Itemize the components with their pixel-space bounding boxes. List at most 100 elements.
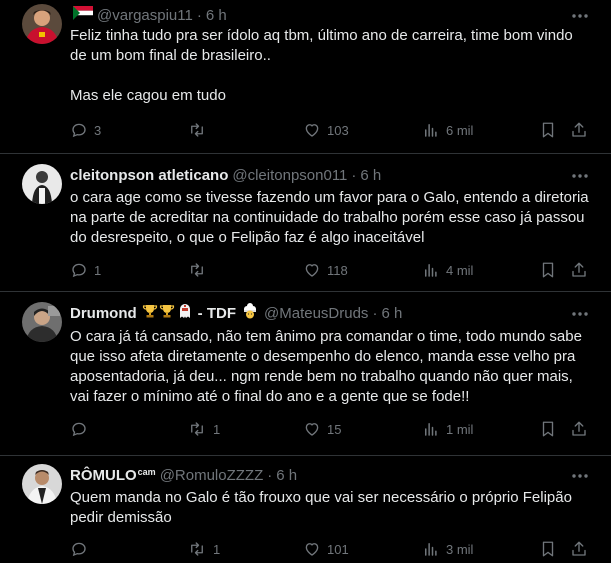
- like-count: 103: [327, 122, 349, 138]
- tweet-text-line: o cara age como se tivesse fazendo um fa…: [70, 189, 589, 206]
- user-handle[interactable]: @cleitonpson011: [232, 166, 347, 186]
- sudan-flag-icon: [73, 6, 93, 26]
- display-name[interactable]: cleitonpson atleticano: [70, 166, 228, 186]
- reply-count: 3: [94, 122, 102, 138]
- avatar[interactable]: [22, 464, 62, 504]
- like-button[interactable]: 118: [303, 260, 348, 280]
- bookmark-button[interactable]: [540, 539, 556, 559]
- retweet-icon: [191, 123, 203, 137]
- action-bar: 1 118 4 mil: [70, 260, 591, 280]
- reply-button[interactable]: [70, 419, 94, 439]
- share-icon: [572, 421, 586, 436]
- chef-face-icon: [241, 303, 259, 325]
- display-name[interactable]: Drumond: [70, 304, 137, 324]
- retweet-count: 1: [213, 421, 221, 437]
- trophy-icon: [159, 303, 175, 325]
- tweet-text-line: vai fazer o mínimo até o final do ano e …: [70, 388, 470, 405]
- share-icon: [572, 541, 586, 556]
- share-button[interactable]: [570, 120, 588, 140]
- share-icon: [572, 122, 586, 137]
- separator-dot: ·: [351, 167, 357, 184]
- heart-icon: [305, 264, 319, 277]
- timestamp[interactable]: 6 h: [381, 304, 402, 324]
- reply-icon: [72, 542, 86, 557]
- retweet-icon: [191, 542, 203, 556]
- view-count: 4 mil: [446, 262, 474, 278]
- bookmark-button[interactable]: [540, 419, 556, 439]
- views-chart-icon: [425, 124, 437, 137]
- retweet-button[interactable]: 1: [187, 419, 220, 439]
- views-chart-icon: [425, 543, 437, 556]
- bookmark-icon: [542, 421, 554, 437]
- avatar[interactable]: [22, 302, 62, 342]
- retweet-count: 1: [213, 541, 221, 557]
- separator-dot: ·: [372, 305, 378, 322]
- reply-button[interactable]: 3: [70, 120, 101, 140]
- display-name-suffix[interactable]: - TDF: [198, 304, 236, 324]
- like-count: 101: [327, 541, 349, 557]
- tweet-text-line: Mas ele cagou em tudo: [70, 87, 226, 104]
- retweet-button[interactable]: 1: [187, 539, 220, 559]
- more-options-icon[interactable]: [569, 304, 591, 324]
- like-button[interactable]: 101: [303, 539, 349, 559]
- action-bar: 3 103 6 mil: [70, 120, 591, 140]
- views-button[interactable]: 3 mil: [422, 539, 473, 559]
- bookmark-button[interactable]: [540, 260, 556, 280]
- reply-icon: [72, 422, 86, 437]
- timestamp[interactable]: 6 h: [276, 466, 297, 486]
- tweet-text-line: que isso afeta diretamente o desempenho …: [70, 348, 576, 365]
- like-button[interactable]: 103: [303, 120, 349, 140]
- tweet-text-line: aposentadoria, já deu... ngm rende bem n…: [70, 368, 573, 385]
- reply-button[interactable]: [70, 539, 94, 559]
- tweet-header: @vargaspiu11 · 6 h: [70, 6, 567, 26]
- display-name-superscript: cam: [137, 467, 156, 477]
- heart-icon: [305, 124, 319, 137]
- tweet-text: O cara já tá cansado, não tem ânimo pra …: [70, 327, 590, 407]
- timestamp[interactable]: 6 h: [360, 166, 381, 186]
- like-count: 15: [327, 421, 342, 437]
- reply-tweet[interactable]: @vargaspiu11 · 6 h Feliz tinha tudo pra …: [0, 0, 611, 154]
- tweet-text-line: Quem manda no Galo é tão frouxo que vai …: [70, 489, 572, 506]
- tweet-header: cleitonpson atleticano @cleitonpson011 ·…: [70, 166, 567, 186]
- like-button[interactable]: 15: [303, 419, 341, 439]
- views-chart-icon: [425, 264, 437, 277]
- tweet-text-line: O cara já tá cansado, não tem ânimo pra …: [70, 328, 582, 345]
- reply-tweet[interactable]: RÔMULO cam @RomuloZZZZ · 6 h Quem manda …: [0, 456, 611, 563]
- trophy-icon: [142, 303, 158, 325]
- tweet-text: o cara age como se tivesse fazendo um fa…: [70, 188, 590, 248]
- retweet-icon: [191, 263, 203, 277]
- reply-button[interactable]: 1: [70, 260, 101, 280]
- separator-dot: ·: [267, 467, 273, 484]
- tweet-header: Drumond - TDF @MateusDruds · 6 h: [70, 303, 567, 325]
- retweet-button[interactable]: [187, 260, 213, 280]
- tweet-text: Quem manda no Galo é tão frouxo que vai …: [70, 488, 590, 528]
- separator-dot: ·: [196, 7, 202, 24]
- heart-icon: [305, 423, 319, 436]
- avatar[interactable]: [22, 164, 62, 204]
- views-button[interactable]: 4 mil: [422, 260, 473, 280]
- replies-feed: @vargaspiu11 · 6 h Feliz tinha tudo pra …: [0, 0, 611, 563]
- more-options-icon[interactable]: [569, 466, 591, 486]
- user-handle[interactable]: @RomuloZZZZ: [160, 466, 264, 486]
- reply-tweet[interactable]: Drumond - TDF @MateusDruds · 6 h O cara …: [0, 292, 611, 456]
- user-handle[interactable]: @vargaspiu11: [97, 6, 193, 26]
- views-button[interactable]: 6 mil: [422, 120, 473, 140]
- share-button[interactable]: [570, 419, 588, 439]
- retweet-icon: [191, 422, 203, 436]
- timestamp[interactable]: 6 h: [206, 6, 227, 26]
- more-options-icon[interactable]: [569, 6, 591, 26]
- views-button[interactable]: 1 mil: [422, 419, 473, 439]
- more-options-icon[interactable]: [569, 166, 591, 186]
- share-button[interactable]: [570, 539, 588, 559]
- bookmark-button[interactable]: [540, 120, 556, 140]
- tweet-text: Feliz tinha tudo pra ser ídolo aq tbm, ú…: [70, 26, 590, 106]
- display-name[interactable]: RÔMULO: [70, 466, 137, 486]
- avatar[interactable]: [22, 4, 62, 44]
- reply-tweet[interactable]: cleitonpson atleticano @cleitonpson011 ·…: [0, 154, 611, 292]
- retweet-button[interactable]: [187, 120, 213, 140]
- user-handle[interactable]: @MateusDruds: [264, 304, 368, 324]
- tweet-text-line: pedir demissão: [70, 509, 172, 526]
- reply-icon: [72, 123, 86, 138]
- views-chart-icon: [425, 423, 437, 436]
- share-button[interactable]: [570, 260, 588, 280]
